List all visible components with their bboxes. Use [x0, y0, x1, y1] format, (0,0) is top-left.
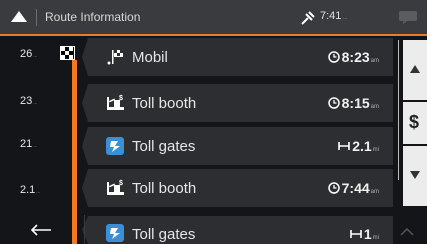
distance-suffix: mi: [372, 147, 379, 153]
checkered-flag-icon: [60, 46, 75, 60]
bottom-separator: [84, 215, 85, 244]
toll-gates-icon: [106, 224, 124, 242]
toll-gates-icon: [106, 137, 124, 155]
eta-suffix: am: [370, 104, 379, 110]
distance-item: 26...: [20, 48, 37, 60]
distance-item: 21...: [20, 138, 37, 150]
dollar-icon: $: [409, 112, 420, 132]
distance-item: 2.1...: [20, 184, 40, 196]
distance-unit: ...: [36, 189, 41, 195]
distance-value: 21: [20, 138, 33, 150]
up-arrow-icon[interactable]: [10, 9, 28, 25]
list-item[interactable]: Toll gates 1mi: [82, 216, 393, 244]
distance-unit: ...: [33, 53, 38, 59]
svg-text:$: $: [119, 95, 123, 102]
poi-name: Toll gates: [132, 226, 196, 243]
list-item[interactable]: Mobil 8:23am: [82, 38, 393, 76]
triangle-up-icon: [410, 65, 420, 73]
row-pointer: [82, 216, 88, 244]
distance-value: 2.1: [20, 184, 36, 196]
row-pointer: [82, 84, 88, 122]
route-progress-line: [72, 60, 77, 244]
time-suffix: ...: [342, 15, 348, 21]
clock-icon: [327, 182, 340, 194]
top-bar: Route Information 7:41...: [0, 0, 427, 36]
list-item[interactable]: Toll gates 2.1mi: [82, 127, 393, 165]
svg-text:$: $: [119, 180, 123, 187]
back-arrow-icon[interactable]: [30, 224, 52, 236]
eta-time: 7:44: [341, 180, 370, 196]
eta-suffix: am: [370, 58, 379, 64]
message-bubble-icon[interactable]: [398, 9, 418, 26]
clock-icon: [327, 97, 340, 109]
list-item[interactable]: $ Toll booth 8:15am: [82, 84, 393, 122]
distance-value: 1mi: [350, 226, 379, 242]
page-title: Route Information: [45, 10, 141, 24]
distance-unit: ...: [33, 100, 38, 106]
chevron-up-icon[interactable]: [400, 228, 414, 236]
row-pointer: [82, 127, 88, 165]
toll-booth-icon: $: [107, 95, 124, 110]
distance-icon: [338, 142, 350, 150]
poi-name: Toll gates: [132, 138, 196, 155]
eta-value: 8:15am: [327, 95, 379, 111]
eta-suffix: am: [370, 189, 379, 195]
list-item[interactable]: $ Toll booth 7:44am: [82, 169, 393, 207]
eta-time: 8:15: [341, 95, 370, 111]
scroll-up-button[interactable]: [403, 40, 427, 100]
distance-number: 2.1: [352, 138, 372, 154]
eta-value: 7:44am: [327, 180, 379, 196]
triangle-down-icon: [410, 171, 420, 179]
distance-item: 23...: [20, 95, 37, 107]
distance-value: 26: [20, 48, 33, 60]
finish-flag-icon: [107, 50, 123, 65]
distance-value: 23: [20, 95, 33, 107]
poi-name: Mobil: [132, 49, 168, 66]
eta-time: 8:23: [341, 49, 370, 65]
clock-time: 7:41...: [320, 10, 347, 22]
row-pointer: [82, 38, 88, 76]
time-value: 7:41: [320, 10, 342, 22]
gps-satellite-icon: [301, 11, 315, 25]
distance-value: 2.1mi: [338, 138, 379, 154]
toll-filter-button[interactable]: $: [403, 102, 427, 144]
poi-name: Toll booth: [132, 180, 197, 197]
toll-booth-icon: $: [107, 180, 124, 195]
topbar-separator: [36, 9, 37, 26]
distance-unit: ...: [33, 143, 38, 149]
distance-number: 1: [363, 226, 372, 242]
distance-suffix: mi: [372, 235, 379, 241]
distance-icon: [350, 230, 362, 238]
scrollbar-track: [398, 40, 399, 180]
row-pointer: [82, 169, 88, 207]
scroll-down-button[interactable]: [403, 146, 427, 206]
eta-value: 8:23am: [327, 49, 379, 65]
clock-icon: [327, 51, 340, 63]
poi-name: Toll booth: [132, 95, 197, 112]
